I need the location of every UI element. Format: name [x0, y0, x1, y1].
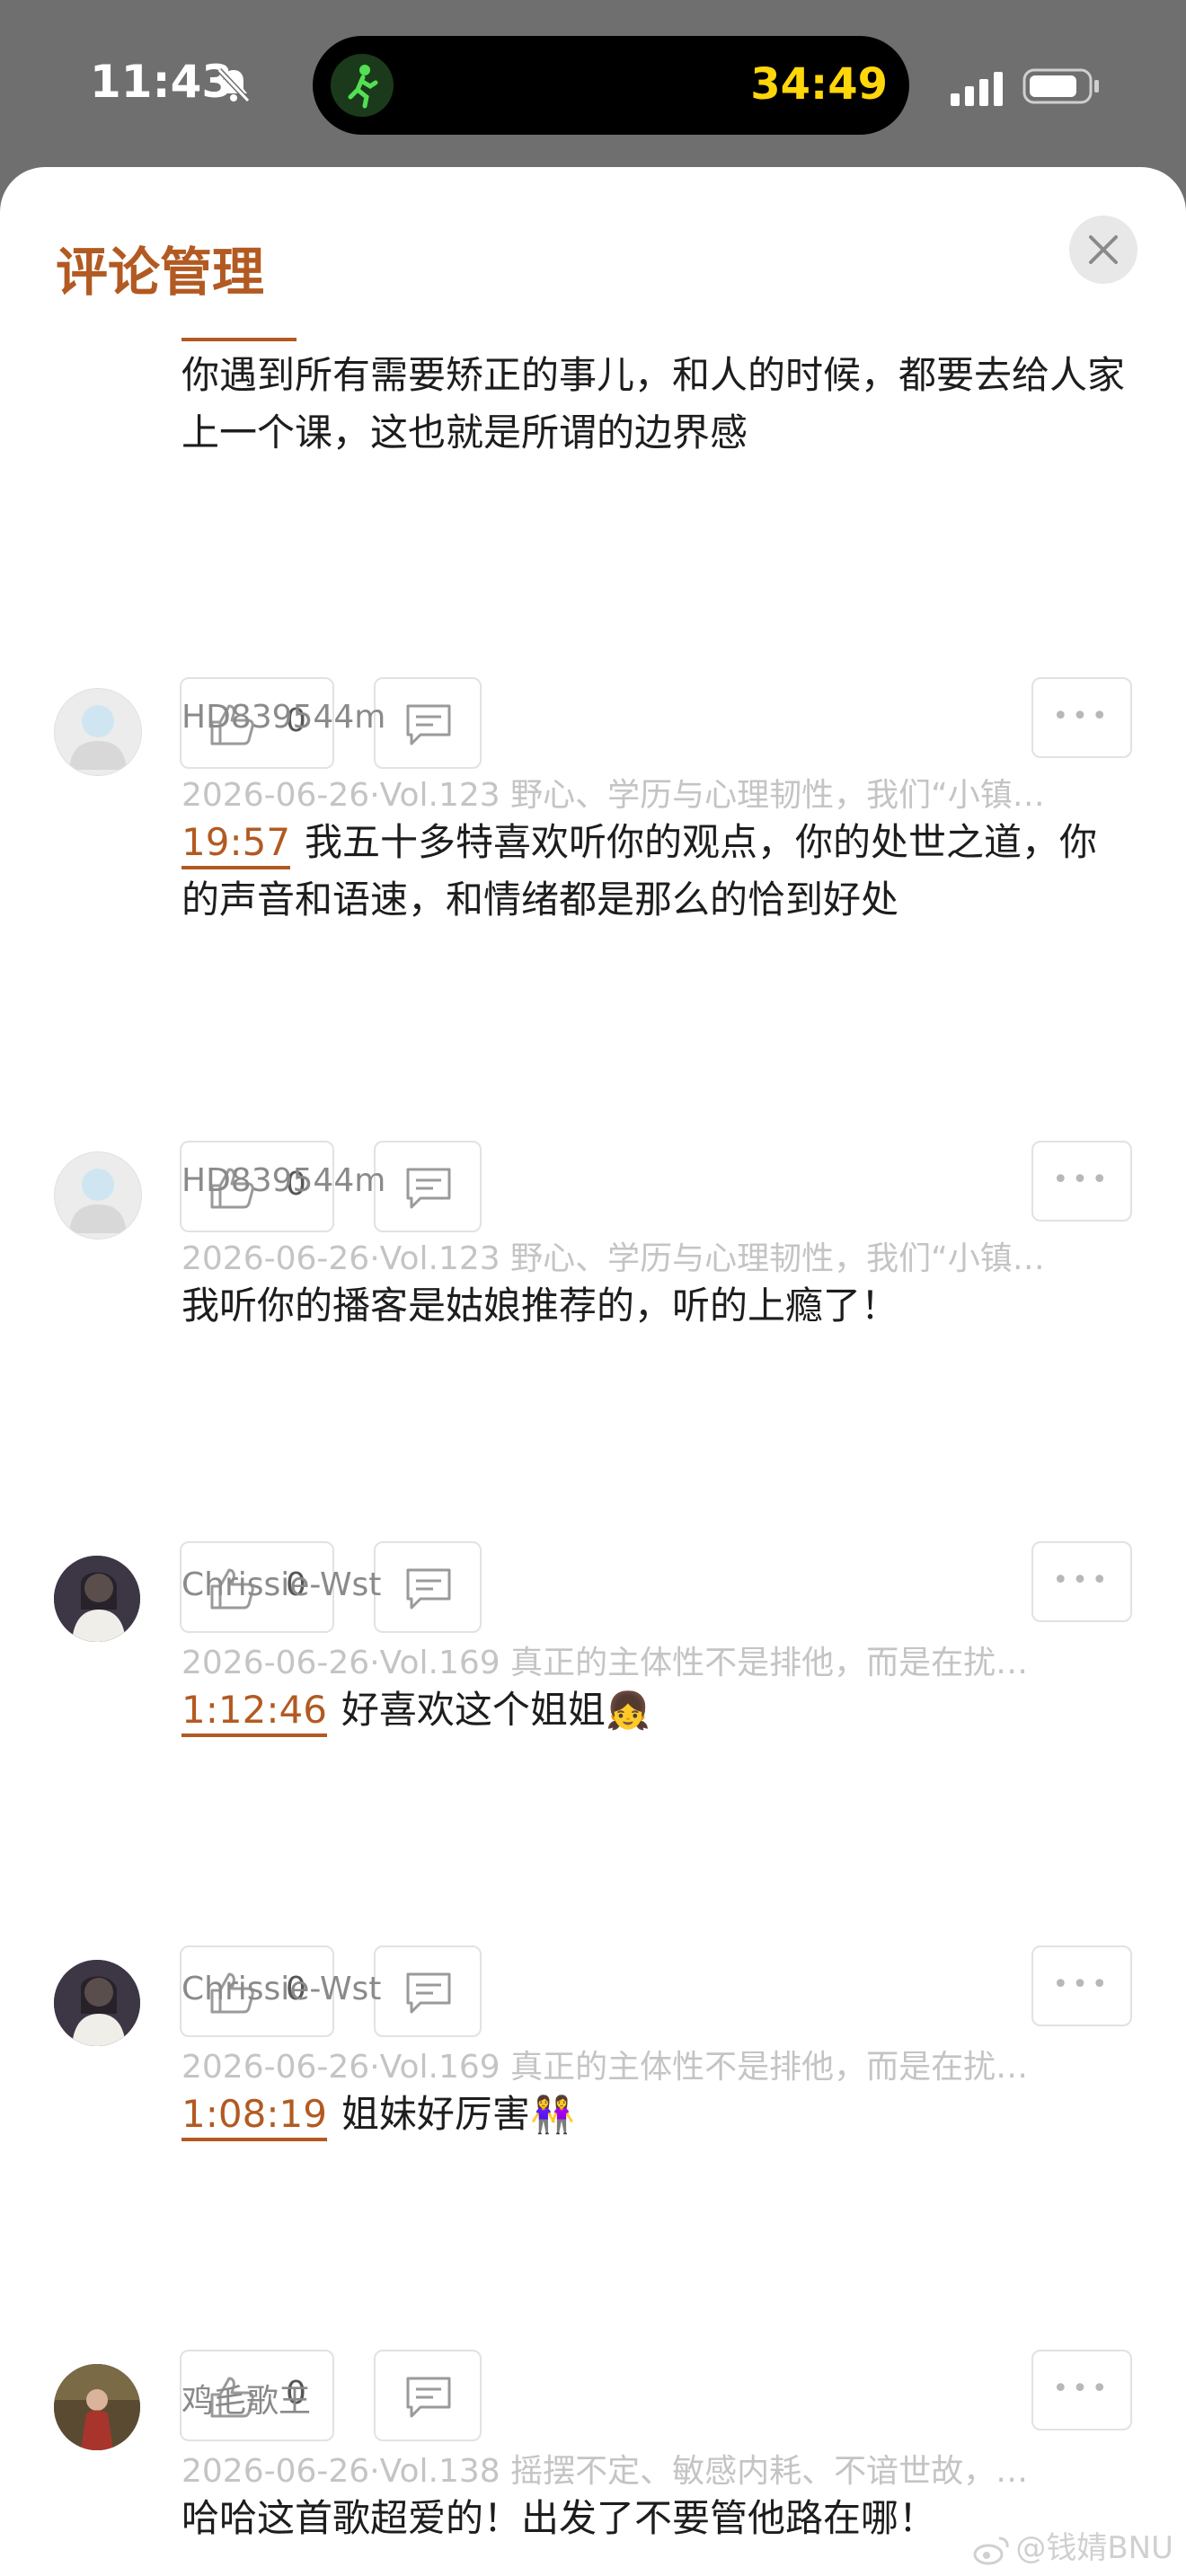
more-button[interactable]: •••	[1031, 1141, 1132, 1222]
weibo-icon	[973, 2536, 1009, 2564]
comment-icon	[406, 1168, 451, 1209]
reply-button[interactable]	[374, 1541, 482, 1633]
more-icon: •••	[1052, 1164, 1111, 1195]
signal-icon	[951, 72, 1003, 106]
close-icon	[1089, 235, 1118, 264]
more-button[interactable]: •••	[1031, 1541, 1132, 1622]
more-icon: •••	[1052, 701, 1111, 732]
reply-button[interactable]	[374, 677, 482, 769]
girl-emoji-icon: 👧	[605, 1690, 651, 1732]
comment-actions: 0 •••	[0, 677, 1186, 772]
timestamp-link[interactable]: 1:12:46	[181, 1688, 327, 1737]
comment-text: 19:57 我五十多特喜欢听你的观点，你的处世之道，你的声音和语速，和情绪都是那么…	[181, 820, 1098, 922]
avatar[interactable]	[54, 1556, 140, 1642]
comment-text: 我听你的播客是姑娘推荐的，听的上瘾了！	[181, 1284, 899, 1328]
dynamic-island[interactable]: 34:49	[313, 36, 909, 135]
username[interactable]: Chrissie-Wst	[181, 1971, 381, 2007]
two-women-emoji-icon: 👭	[529, 2095, 575, 2136]
episode-meta[interactable]: 2026-06-26·Vol.169 真正的主体性不是排他，而是在扰…	[181, 2041, 1116, 2087]
more-icon: •••	[1052, 1565, 1111, 1596]
status-bar: 11:43 34:49	[0, 0, 1186, 171]
timestamp-link[interactable]: 19:57	[181, 820, 291, 869]
comment-text: 你遇到所有需要矫正的事儿，和人的时候，都要去给人家上一个课，这也就是所谓的边界感	[181, 353, 1126, 454]
watermark: @钱婧BNU	[972, 2523, 1173, 2567]
bell-slash-icon	[217, 67, 251, 103]
running-figure-icon	[331, 54, 394, 117]
avatar[interactable]	[54, 1960, 140, 2046]
episode-meta[interactable]: 2026-06-26·Vol.138 摇摆不定、敏感内耗、不谙世故，…	[181, 2445, 1116, 2492]
username[interactable]: 鸡毛歌王	[181, 2375, 311, 2422]
username[interactable]: HD839544m	[181, 1162, 385, 1199]
comment-actions: 0 •••	[0, 1541, 1186, 1636]
activity-timer: 34:49	[750, 59, 888, 110]
avatar[interactable]	[54, 2364, 140, 2450]
comment-actions: 0 •••	[0, 1945, 1186, 2041]
username[interactable]: HD839544m	[181, 699, 385, 736]
episode-meta[interactable]: 2026-06-26·Vol.123 野心、学历与心理韧性，我们“小镇…	[181, 769, 1116, 816]
comment-actions: 0 •••	[0, 1141, 1186, 1236]
close-button[interactable]	[1069, 216, 1137, 284]
comment-text: 1:12:46 好喜欢这个姐姐👧	[181, 1681, 1134, 1740]
more-icon: •••	[1052, 2373, 1111, 2404]
reply-button[interactable]	[374, 1945, 482, 2037]
comment-management-sheet: 评论管理 你遇到所有需要矫正的事儿，和人的时候，都要去给人家上一个课，这也就是所…	[0, 167, 1186, 2576]
avatar[interactable]	[54, 688, 142, 776]
more-button[interactable]: •••	[1031, 1945, 1132, 2026]
comment-icon	[406, 1972, 451, 2014]
more-button[interactable]: •••	[1031, 677, 1132, 758]
comment-icon	[406, 1568, 451, 1610]
avatar[interactable]	[54, 1151, 142, 1239]
comment-actions: 0 •••	[0, 2350, 1186, 2445]
timestamp-link[interactable]: 1:08:19	[181, 2092, 327, 2141]
battery-icon	[1022, 68, 1099, 104]
reply-button[interactable]	[374, 2350, 482, 2441]
status-time: 11:43	[90, 56, 234, 108]
comment-text: 1:08:19 姐妹好厉害👭	[181, 2086, 1134, 2144]
more-button[interactable]: •••	[1031, 2350, 1132, 2430]
more-icon: •••	[1052, 1969, 1111, 2000]
comment-icon	[406, 2377, 451, 2418]
episode-meta[interactable]: 2026-06-26·Vol.169 真正的主体性不是排他，而是在扰…	[181, 1636, 1116, 1683]
sheet-title: 评论管理	[56, 242, 265, 303]
episode-meta[interactable]: 2026-06-26·Vol.123 野心、学历与心理韧性，我们“小镇…	[181, 1232, 1116, 1279]
reply-button[interactable]	[374, 1141, 482, 1232]
username[interactable]: Chrissie-Wst	[181, 1566, 381, 1603]
timestamp-underline-fragment	[181, 338, 296, 341]
comment-icon	[406, 704, 451, 745]
